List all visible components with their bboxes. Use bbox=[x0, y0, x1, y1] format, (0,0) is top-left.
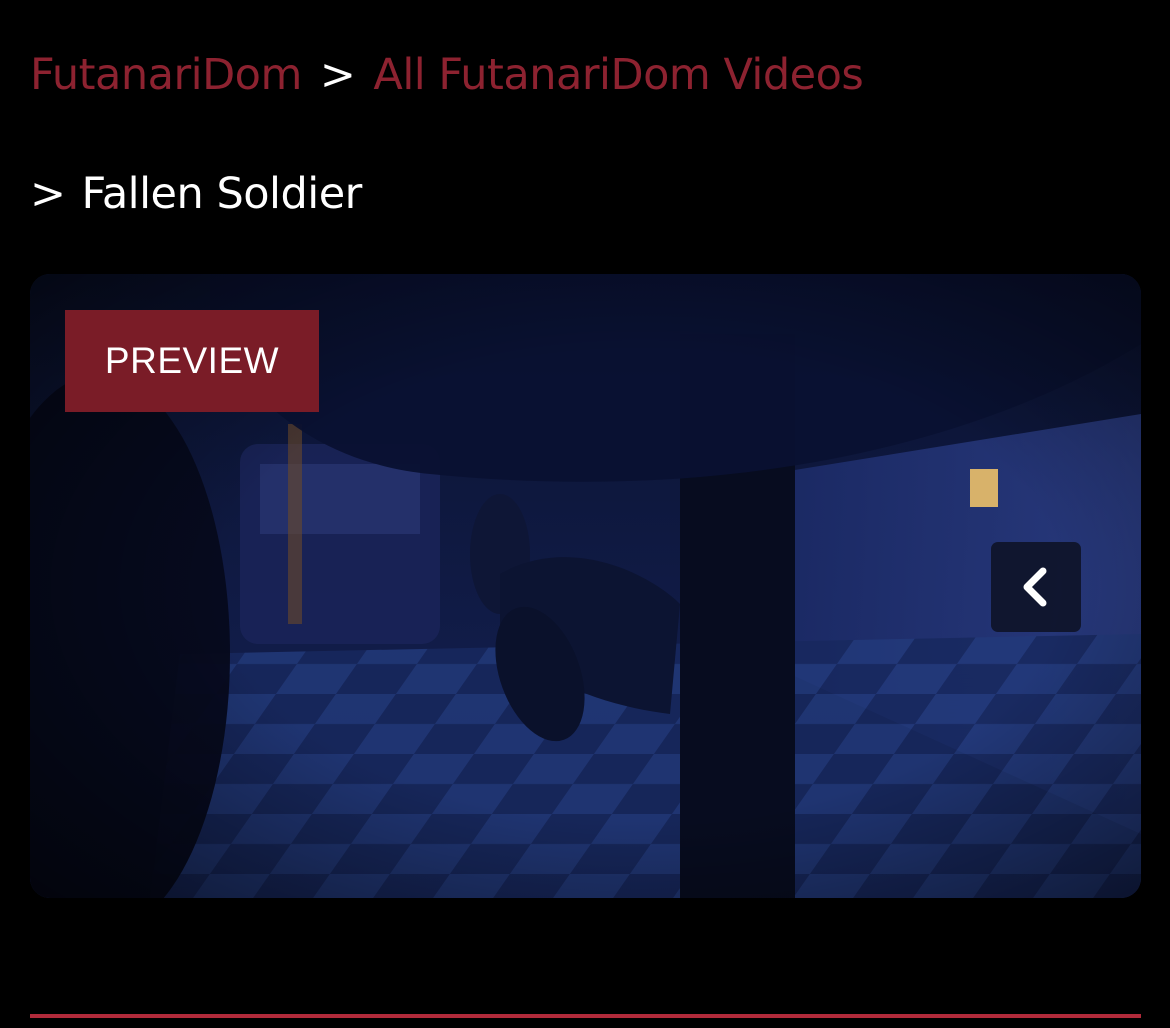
previous-slide-button[interactable] bbox=[991, 542, 1081, 632]
section-divider bbox=[30, 1014, 1141, 1018]
video-title: Fallen Soldier bbox=[81, 169, 363, 219]
breadcrumb-all-videos-link[interactable]: All FutanariDom Videos bbox=[373, 50, 863, 100]
video-preview-player[interactable]: PREVIEW bbox=[30, 274, 1141, 898]
page: FutanariDom > All FutanariDom Videos > Fall… bbox=[0, 0, 1170, 1028]
breadcrumb-separator: > bbox=[319, 50, 356, 100]
breadcrumb-separator: > bbox=[30, 169, 66, 219]
breadcrumb-current: > Fallen Soldier bbox=[30, 165, 362, 223]
chevron-left-icon bbox=[1023, 567, 1047, 607]
breadcrumb-home-link[interactable]: FutanariDom bbox=[30, 50, 302, 100]
breadcrumb: FutanariDom > All FutanariDom Videos bbox=[30, 46, 864, 104]
preview-badge: PREVIEW bbox=[65, 310, 319, 412]
